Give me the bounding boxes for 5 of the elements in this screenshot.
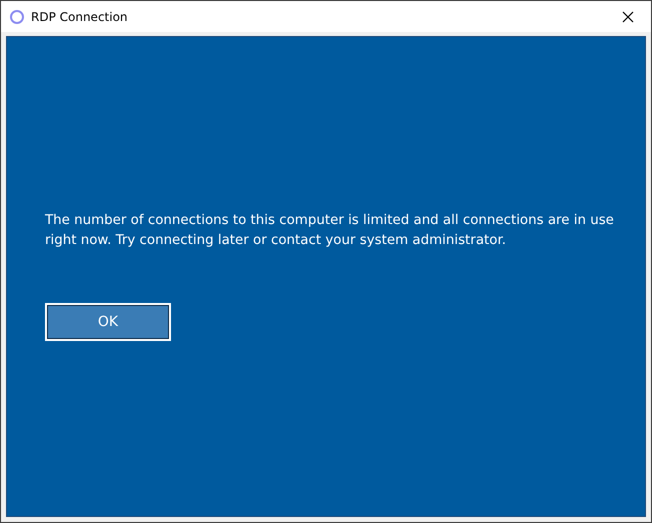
ring-icon — [9, 8, 25, 24]
error-message: The number of connections to this computer is limited and all connections are in use right now. Try connecting later or contact your system administrator. — [45, 212, 615, 250]
ok-button[interactable]: OK — [45, 303, 171, 341]
close-icon[interactable] — [622, 10, 634, 22]
window-title: RDP Connection — [31, 10, 129, 24]
